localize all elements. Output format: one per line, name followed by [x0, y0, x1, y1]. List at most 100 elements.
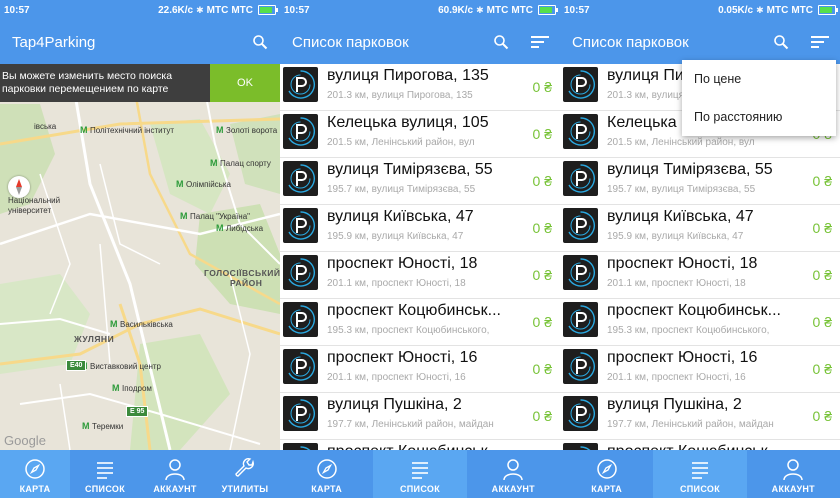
hint-banner: Вы можете изменить место поиска парковки… [0, 64, 280, 102]
map-label-kyivska: івська [34, 122, 57, 131]
status-bar: 10:57 22.6K/c ✱ MTC MTC [0, 0, 280, 20]
metro-icon: M [176, 179, 184, 189]
ok-button[interactable]: OK [210, 64, 280, 102]
compass-icon [25, 459, 45, 479]
list-item[interactable]: проспект Юності, 18 201.1 км, проспект Юн… [560, 252, 840, 299]
search-icon[interactable] [771, 32, 791, 52]
search-icon[interactable] [491, 32, 511, 52]
distance-address: 195.7 км, вулиця Тимірязєва, 55 [327, 184, 476, 195]
distance-address: 197.7 км, Ленінський район, майдан [327, 419, 494, 430]
tab-account[interactable]: АККАУНТ [747, 450, 840, 498]
list-item[interactable]: вулиця Київська, 47 195.9 км, вулиця Київ… [280, 205, 560, 252]
price-label: 0 ₴ [532, 267, 552, 283]
list-item[interactable]: вулиця Пирогова, 135 201.3 км, вулиця Пир… [280, 64, 560, 111]
list-item[interactable]: Келецька вулиця, 105 201.5 км, Ленінський… [280, 111, 560, 158]
hint-message: Вы можете изменить место поиска парковки… [2, 70, 173, 95]
map-label-zhuliany: ЖУЛЯНИ [74, 334, 115, 344]
street-name: проспект Юності, 18 [327, 255, 478, 272]
tab-list[interactable]: СПИСОК [653, 450, 747, 498]
list-item[interactable]: проспект Коцюбинськ [560, 440, 840, 450]
list-item[interactable]: вулиця Київська, 47 195.9 км, вулиця Київ… [560, 205, 840, 252]
list-item[interactable]: проспект Юності, 16 201.1 км, проспект Юн… [280, 346, 560, 393]
metro-icon: M [80, 125, 88, 135]
map-label-ipodrom: M Іподром [112, 383, 152, 394]
map-label-politechnic: M Політехнічний інститут [80, 125, 175, 136]
map-view[interactable]: івська M Політехнічний інститут M Золоті в… [0, 64, 280, 450]
bluetooth-icon: ✱ [196, 4, 204, 15]
list-item[interactable]: проспект Коцюбинськ... 195.3 км, проспект… [280, 299, 560, 346]
tab-list[interactable]: СПИСОК [70, 450, 140, 498]
map-screen: 10:57 22.6K/c ✱ MTC MTC Tap4Parking івсь… [0, 0, 280, 498]
tab-account[interactable]: АККАУНТ [140, 450, 210, 498]
parking-logo-icon [563, 396, 598, 431]
list-item[interactable]: проспект Юності, 18 201.1 км, проспект Юн… [280, 252, 560, 299]
map-label-lybidska: M Либідська [216, 223, 264, 234]
parking-logo-icon [283, 302, 318, 337]
battery-icon [818, 5, 838, 15]
tab-list[interactable]: СПИСОК [373, 450, 467, 498]
compass-icon [596, 459, 617, 479]
parking-logo-icon [283, 349, 318, 384]
list-item[interactable]: проспект Коцюбинськ... 195.3 км, проспект… [560, 299, 840, 346]
tab-map[interactable]: КАРТА [0, 450, 70, 498]
map-label-vystavkovyi: MВиставковий центр [80, 362, 161, 372]
parking-logo-icon [563, 349, 598, 384]
metro-icon: M [216, 125, 224, 135]
parking-logo-icon [563, 302, 598, 337]
page-title: Список парковок [572, 33, 689, 51]
search-icon[interactable] [250, 32, 270, 52]
street-name: проспект Юності, 18 [607, 255, 758, 272]
sort-icon[interactable] [810, 32, 830, 52]
street-name: проспект Коцюбинськ [607, 443, 812, 450]
parking-logo-icon [283, 161, 318, 196]
carrier-2: MTC [231, 4, 253, 16]
bottom-tab-bar: КАРТА СПИСОК АККАУНТ [280, 450, 560, 498]
list-item[interactable]: проспект Коцюбинськ [280, 440, 560, 450]
parking-logo-icon [283, 67, 318, 102]
list-item[interactable]: вулиця Пушкіна, 2 197.7 км, Ленінський ра… [560, 393, 840, 440]
list-item[interactable]: вулиця Пушкіна, 2 197.7 км, Ленінський ра… [280, 393, 560, 440]
map-label-olimpiiska: M Олімпійська [176, 179, 231, 190]
carrier-1: MTC [766, 4, 789, 16]
page-title: Список парковок [292, 33, 409, 51]
distance-address: 201.3 км, вулиця Пирогова, 135 [327, 90, 473, 101]
battery-icon [538, 5, 558, 15]
carrier-1: MTC [206, 4, 229, 16]
list-item[interactable]: вулиця Тимірязєва, 55 195.7 км, вулиця Ти… [560, 158, 840, 205]
tab-tools[interactable]: УТИЛИТЫ [210, 450, 280, 498]
list-icon [691, 462, 708, 479]
list-item[interactable]: вулиця Тимірязєва, 55 195.7 км, вулиця Ти… [280, 158, 560, 205]
price-label: 0 ₴ [812, 361, 832, 377]
parking-list: вулиця Пирогова, 135 201.3 км, вулиця Пир… [280, 64, 560, 450]
tab-map[interactable]: КАРТА [560, 450, 653, 498]
price-label: 0 ₴ [812, 220, 832, 236]
sort-by-distance[interactable]: По расстоянию [682, 98, 836, 136]
list-icon [411, 462, 428, 479]
sort-by-price[interactable]: По цене [682, 60, 836, 98]
google-logo: Google [4, 433, 46, 448]
price-label: 0 ₴ [532, 361, 552, 377]
street-name: вулиця Київська, 47 [607, 208, 754, 225]
bottom-tab-bar: КАРТА СПИСОК АККАУНТ [560, 450, 840, 498]
parking-logo-icon [283, 443, 318, 450]
app-bar: Список парковок [560, 20, 840, 64]
carrier-2: MTC [791, 4, 813, 16]
sort-icon[interactable] [530, 32, 550, 52]
street-name: проспект Юності, 16 [607, 349, 758, 366]
metro-icon: M [82, 421, 90, 431]
compass-button[interactable] [8, 176, 30, 198]
map-label-vasylkivska: M Васильківська [110, 319, 173, 330]
price-label: 0 ₴ [812, 408, 832, 424]
parking-logo-icon [283, 255, 318, 290]
price-label: 0 ₴ [532, 220, 552, 236]
street-name: проспект Юності, 16 [327, 349, 478, 366]
distance-address: 201.5 км, Ленінський район, вул [607, 137, 755, 148]
tab-map[interactable]: КАРТА [280, 450, 373, 498]
street-name: вулиця Київська, 47 [327, 208, 474, 225]
map-label-zoloti: M Золоті ворота [216, 125, 278, 136]
status-bar: 10:57 60.9K/c ✱ MTC MTC [280, 0, 560, 20]
status-time: 10:57 [4, 4, 30, 16]
list-item[interactable]: проспект Юності, 16 201.1 км, проспект Юн… [560, 346, 840, 393]
tab-account[interactable]: АККАУНТ [467, 450, 560, 498]
compass-icon [316, 459, 337, 479]
